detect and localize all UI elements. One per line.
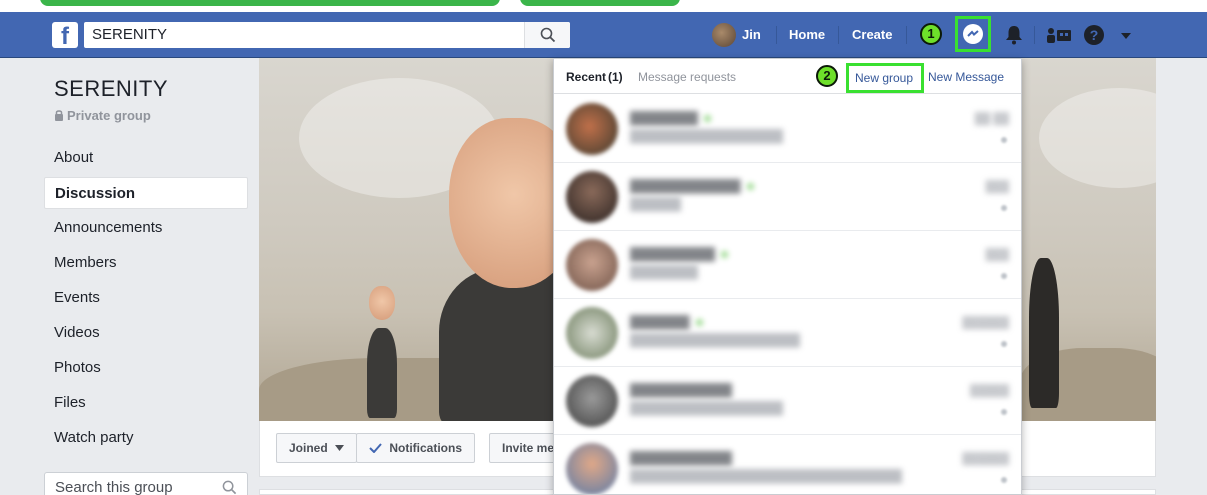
svg-text:?: ? [1090,27,1099,43]
conversation-snippet: ████████ [630,265,699,279]
read-indicator [1001,341,1007,347]
sidebar-item-files[interactable]: Files [44,387,248,419]
conversation-name: █████████████ [630,179,754,193]
conversation-item[interactable]: ██████████ ████████ ███ [554,231,1021,299]
conversation-snippet: ████████████████████████████████ [630,469,903,483]
search-input[interactable]: SERENITY [92,26,167,43]
conversation-avatar [566,239,618,291]
conversation-time: ██ ██ [974,113,1009,125]
cover-figure [1029,258,1059,408]
group-search[interactable] [44,472,248,495]
conversation-name: ████████████ [630,383,733,397]
new-group-link[interactable]: New group [855,71,913,85]
banner-text-fragment [40,0,500,6]
conversation-item[interactable]: ███████ ████████████████████ ██████ [554,299,1021,367]
notifications-label: Notifications [389,441,463,455]
top-banner-strip [0,0,1207,12]
nav-divider [906,26,907,44]
messenger-dropdown: Recent (1) Message requests 2 New group N… [553,58,1022,495]
conversation-time: ██████ [962,453,1009,465]
cover-figure [367,328,397,418]
group-title[interactable]: SERENITY [54,76,168,102]
conversation-avatar [566,307,618,359]
sidebar-item-watch-party[interactable]: Watch party [44,422,248,454]
group-search-input[interactable] [55,479,215,495]
conversation-avatar [566,375,618,427]
checkmark-icon [369,443,382,454]
messenger-button-highlight[interactable] [955,16,991,52]
tab-message-requests[interactable]: Message requests [638,70,736,84]
search-icon[interactable] [222,480,237,495]
conversation-item[interactable]: ████████████ ██████████████████ █████ [554,367,1021,435]
nav-divider [776,26,777,44]
search-icon [540,27,556,43]
lock-icon [55,110,63,121]
conversation-avatar [566,443,618,494]
notifications-button[interactable]: Notifications [356,433,476,463]
messenger-dropdown-header: Recent (1) Message requests 2 New group N… [554,59,1021,94]
global-search[interactable]: SERENITY [84,22,570,48]
read-indicator [1001,205,1007,211]
notifications-bell-icon[interactable] [1005,25,1023,45]
messenger-icon[interactable] [963,24,983,44]
friend-requests-icon[interactable] [1045,26,1073,44]
read-indicator [1001,477,1007,483]
sidebar-item-videos[interactable]: Videos [44,317,248,349]
cover-face [369,286,395,320]
home-link[interactable]: Home [789,27,825,42]
conversation-snippet: ████████████████████ [630,333,801,347]
account-menu-chevron-down-icon[interactable] [1120,32,1132,40]
tab-recent[interactable]: Recent (1) [566,70,623,84]
conversation-name: ████████ [630,111,712,125]
conversation-time: ██████ [962,317,1009,329]
sidebar-item-events[interactable]: Events [44,282,248,314]
conversation-item[interactable]: ████████ ██████████████████ ██ ██ [554,95,1021,163]
conversation-time: █████ [970,385,1009,397]
top-navbar: f SERENITY Jin Home Create 1 ? [0,12,1207,58]
new-group-highlight[interactable]: New group [846,63,924,93]
user-avatar[interactable] [712,23,736,47]
sidebar-item-announcements[interactable]: Announcements [44,212,248,244]
chevron-down-icon [335,445,345,451]
read-indicator [1001,409,1007,415]
group-privacy: Private group [54,108,151,123]
nav-divider [1034,26,1035,44]
search-button[interactable] [524,22,570,48]
conversation-avatar [566,103,618,155]
read-indicator [1001,137,1007,143]
help-icon[interactable]: ? [1083,24,1105,46]
conversation-time: ███ [985,249,1009,261]
nav-divider [838,26,839,44]
step-2-badge: 2 [816,65,838,87]
profile-link[interactable]: Jin [742,27,761,42]
conversation-item[interactable]: █████████████ ██████ ███ [554,163,1021,231]
conversation-avatar [566,171,618,223]
conversation-time: ███ [985,181,1009,193]
group-privacy-label: Private group [67,108,151,123]
read-indicator [1001,273,1007,279]
tab-recent-count: (1) [608,70,623,84]
joined-button[interactable]: Joined [276,433,358,463]
conversation-name: ████████████ [630,451,733,465]
conversation-item[interactable]: ████████████ ███████████████████████████… [554,435,1021,494]
sidebar-item-photos[interactable]: Photos [44,352,248,384]
messenger-bolt-icon [967,30,979,37]
conversation-name: ███████ [630,315,703,329]
conversation-snippet: ██████████████████ [630,129,784,143]
step-1-badge: 1 [920,23,942,45]
new-message-link[interactable]: New Message [928,70,1004,84]
conversation-snippet: ██████████████████ [630,401,784,415]
banner-text-fragment [520,0,680,6]
sidebar-item-about[interactable]: About [44,142,248,174]
sidebar-item-discussion[interactable]: Discussion [44,177,248,209]
joined-label: Joined [289,441,328,455]
tab-recent-label: Recent [566,70,607,84]
create-link[interactable]: Create [852,27,892,42]
conversation-name: ██████████ [630,247,729,261]
facebook-logo-icon[interactable]: f [52,22,78,50]
sidebar-item-members[interactable]: Members [44,247,248,279]
conversation-snippet: ██████ [630,197,682,211]
